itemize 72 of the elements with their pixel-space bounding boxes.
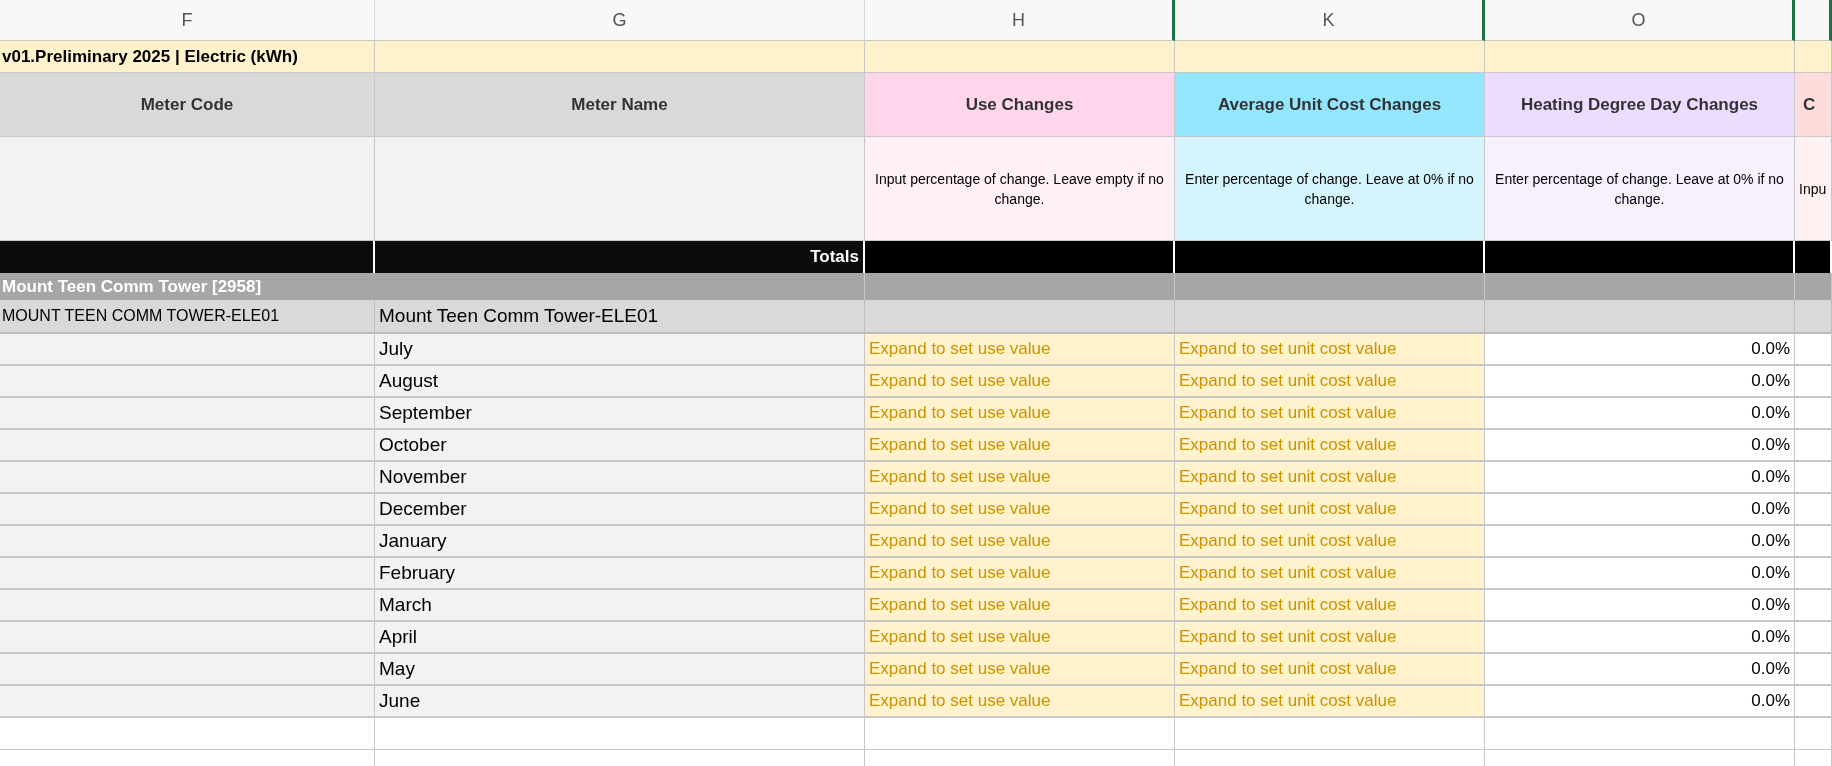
use-value-cell: Expand to set use value (865, 590, 1175, 622)
use-value-cell: Expand to set use value (865, 462, 1175, 494)
column-note: Inpu (1795, 137, 1832, 241)
use-value-cell: Expand to set use value (865, 558, 1175, 590)
column-letter-cell (1795, 0, 1832, 41)
group-row-cell (1795, 273, 1832, 300)
degree-day-cell: 0.0% (1485, 686, 1795, 718)
month-cell: September (375, 398, 865, 430)
column-letter[interactable]: H (865, 0, 1175, 41)
column-note: Input percentage of change. Leave empty if no change. (865, 137, 1175, 241)
use-value-cell: Expand to set use value (865, 494, 1175, 526)
degree-day-cell: 0.0% (1485, 334, 1795, 366)
use-value-cell: Expand to set use value (865, 366, 1175, 398)
degree-day-cell: 0.0% (1485, 590, 1795, 622)
meter-name: Mount Teen Comm Tower-ELE01 (375, 300, 865, 334)
month-cell: April (375, 622, 865, 654)
totals-row-cell (1795, 241, 1832, 273)
column-letter[interactable]: F (0, 0, 375, 41)
unit-cost-cell: Expand to set unit cost value (1175, 590, 1485, 622)
column-letter[interactable]: K (1175, 0, 1485, 41)
column-header: Meter Name (375, 73, 865, 137)
degree-day-cell: 0.0% (1485, 494, 1795, 526)
degree-day-cell: 0.0% (1485, 366, 1795, 398)
meter-code: MOUNT TEEN COMM TOWER-ELE01 (0, 300, 375, 334)
use-value-cell: Expand to set use value (865, 334, 1175, 366)
meter-row-cell (1795, 300, 1832, 334)
degree-day-cell: 0.0% (1485, 398, 1795, 430)
unit-cost-cell: Expand to set unit cost value (1175, 462, 1485, 494)
column-letter[interactable]: O (1485, 0, 1795, 41)
unit-cost-cell: Expand to set unit cost value (1175, 366, 1485, 398)
degree-day-cell: 0.0% (1485, 654, 1795, 686)
column-header: Meter Code (0, 73, 375, 137)
use-value-cell: Expand to set use value (865, 526, 1175, 558)
column-header: C (1795, 73, 1832, 137)
unit-cost-cell: Expand to set unit cost value (1175, 398, 1485, 430)
month-cell: January (375, 526, 865, 558)
use-value-cell: Expand to set use value (865, 430, 1175, 462)
degree-day-cell: 0.0% (1485, 462, 1795, 494)
month-cell: May (375, 654, 865, 686)
unit-cost-cell: Expand to set unit cost value (1175, 622, 1485, 654)
unit-cost-cell: Expand to set unit cost value (1175, 494, 1485, 526)
degree-day-cell: 0.0% (1485, 430, 1795, 462)
unit-cost-cell: Expand to set unit cost value (1175, 686, 1485, 718)
use-value-cell: Expand to set use value (865, 622, 1175, 654)
column-header: Heating Degree Day Changes (1485, 73, 1795, 137)
column-note: Enter percentage of change. Leave at 0% if no change. (1485, 137, 1795, 241)
unit-cost-cell: Expand to set unit cost value (1175, 430, 1485, 462)
use-value-cell: Expand to set use value (865, 654, 1175, 686)
column-letter[interactable]: G (375, 0, 865, 41)
totals-label: Totals (375, 241, 865, 273)
month-cell: October (375, 430, 865, 462)
column-header: Average Unit Cost Changes (1175, 73, 1485, 137)
unit-cost-cell: Expand to set unit cost value (1175, 558, 1485, 590)
month-cell: August (375, 366, 865, 398)
month-cell: July (375, 334, 865, 366)
unit-cost-cell: Expand to set unit cost value (1175, 526, 1485, 558)
use-value-cell: Expand to set use value (865, 686, 1175, 718)
use-value-cell: Expand to set use value (865, 398, 1175, 430)
group-label: Mount Teen Comm Tower [2958] (0, 273, 865, 300)
degree-day-cell: 0.0% (1485, 558, 1795, 590)
degree-day-cell: 0.0% (1485, 526, 1795, 558)
sheet-title: v01.Preliminary 2025 | Electric (kWh) (0, 41, 375, 73)
month-cell: March (375, 590, 865, 622)
month-cell: December (375, 494, 865, 526)
degree-day-cell: 0.0% (1485, 622, 1795, 654)
unit-cost-cell: Expand to set unit cost value (1175, 654, 1485, 686)
month-cell: February (375, 558, 865, 590)
column-note: Enter percentage of change. Leave at 0% if no change. (1175, 137, 1485, 241)
month-cell: November (375, 462, 865, 494)
month-cell: June (375, 686, 865, 718)
unit-cost-cell: Expand to set unit cost value (1175, 334, 1485, 366)
column-header: Use Changes (865, 73, 1175, 137)
